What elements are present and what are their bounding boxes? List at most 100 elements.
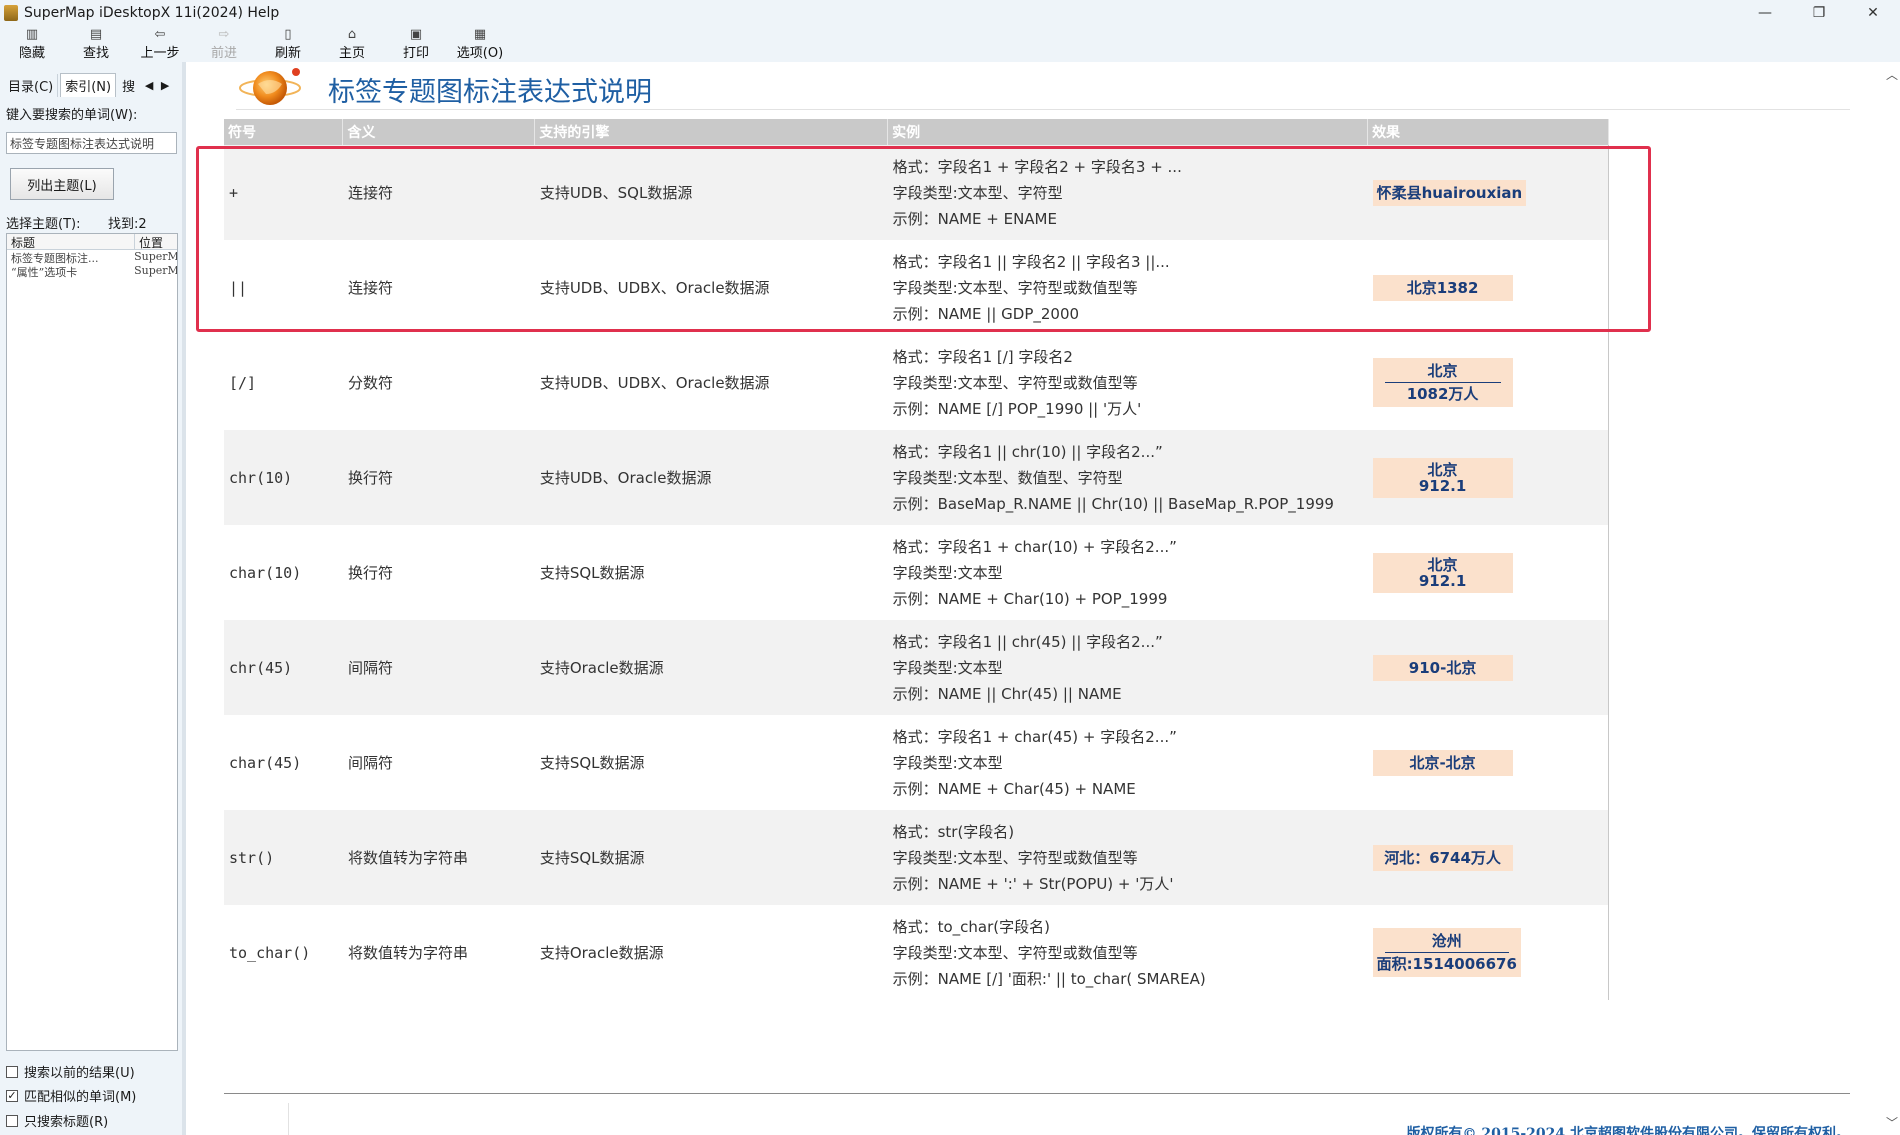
toolbar: ▥ 隐藏 ▤ 查找 ⇦ 上一步 ⇨ 前进 ▯ 刷新 ⌂ 主页 ▣ 打印 ▦ 选项(O) <box>0 26 1900 62</box>
header-engine: 支持的引擎 <box>534 119 889 145</box>
example-format: 格式：to_char(字段名) <box>892 917 1050 936</box>
tab-index[interactable]: 索引(N) <box>60 73 117 97</box>
example-cell: 格式：字段名1 || chr(45) || 字段名2...” 字段类型:文本型 示例… <box>887 620 1368 715</box>
symbol-cell: to_char() <box>229 943 311 962</box>
scroll-down-icon[interactable]: ﹀ <box>1886 1114 1898 1131</box>
example-cell: 格式：字段名1 + char(10) + 字段名2...” 字段类型:文本型 示例：… <box>888 525 1368 620</box>
titles-only-checkbox[interactable]: 只搜索标题(R) <box>6 1111 108 1130</box>
meaning-cell: 间隔符 <box>347 754 393 772</box>
example-field-type: 字段类型:文本型、数值型、字符型 <box>892 468 1123 487</box>
refresh-label: 刷新 <box>274 45 301 61</box>
table-row: to_char() 将数值转为字符串 支持Oracle数据源 格式：to_cha… <box>224 905 1609 1000</box>
search-previous-checkbox[interactable]: 搜索以前的结果(U) <box>6 1062 135 1081</box>
home-button[interactable]: ⌂ 主页 <box>320 26 384 62</box>
engine-cell: 支持UDB、UDBX、Oracle数据源 <box>539 374 770 392</box>
find-button[interactable]: ▤ 查找 <box>64 26 128 62</box>
tab-scroll-left-icon[interactable]: ◀ <box>141 79 157 92</box>
example-field-type: 字段类型:文本型 <box>892 658 1003 677</box>
restore-button[interactable]: ❐ <box>1792 0 1846 26</box>
example-cell: 格式：字段名1 || chr(10) || 字段名2...” 字段类型:文本型、数… <box>887 430 1368 525</box>
tab-scroll-right-icon[interactable]: ▶ <box>157 79 173 92</box>
effect-badge: 北京 912.1 <box>1372 552 1513 593</box>
checkbox-label: 搜索以前的结果(U) <box>24 1066 135 1081</box>
example-sample: 示例：NAME + Char(45) + NAME <box>892 779 1136 798</box>
scroll-up-icon[interactable]: ︿ <box>1886 66 1898 83</box>
meaning-cell: 将数值转为字符串 <box>347 944 468 962</box>
effect-numerator: 北京 <box>1384 362 1501 383</box>
example-cell: 格式：to_char(字段名) 字段类型:文本型、字符型或数值型等 示例：NAME … <box>888 905 1368 1000</box>
result-location: SuperM <box>134 264 177 277</box>
example-sample: 示例：NAME [/] '面积:' || to_char( SMAREA) <box>892 969 1206 988</box>
forward-arrow-icon: ⇨ <box>218 26 230 42</box>
table-row: [/] 分数符 支持UDB、UDBX、Oracle数据源 格式：字段名1 [/]… <box>224 335 1609 430</box>
refresh-button[interactable]: ▯ 刷新 <box>256 26 320 62</box>
found-count: 找到:2 <box>108 217 147 232</box>
engine-cell: 支持SQL数据源 <box>534 810 888 905</box>
header-meaning: 含义 <box>342 119 536 145</box>
example-format: 格式：字段名1 [/] 字段名2 <box>892 347 1073 366</box>
page-title: 标签专题图标注表达式说明 <box>328 77 652 108</box>
globe-logo-icon <box>239 68 301 105</box>
navigation-pane: 目录(C) 索引(N) 搜 ◀ ▶ 键入要搜索的单词(W): 标签专题图标注表达… <box>0 62 182 1135</box>
symbol-cell: char(10) <box>229 563 302 582</box>
effect-badge: 沧州 面积:1514006676 <box>1372 928 1521 977</box>
example-sample: 示例：NAME || Chr(45) || NAME <box>892 684 1122 703</box>
col-location-header[interactable]: 位置 <box>135 234 163 250</box>
effect-line-1: 北京 <box>1427 460 1458 479</box>
tab-contents[interactable]: 目录(C) <box>4 73 59 97</box>
hide-button[interactable]: ▥ 隐藏 <box>0 26 64 62</box>
checkbox-label: 只搜索标题(R) <box>24 1115 109 1130</box>
vertical-scrollbar[interactable]: ︿ ﹀ <box>1884 62 1900 1135</box>
forward-button[interactable]: ⇨ 前进 <box>192 26 256 62</box>
list-topics-button[interactable]: 列出主题(L) <box>10 168 114 200</box>
close-button[interactable]: ✕ <box>1846 0 1900 26</box>
effect-cell: 北京 912.1 <box>1367 430 1609 525</box>
effect-cell: 北京 1082万人 <box>1368 335 1609 430</box>
example-format: 格式：字段名1 || chr(10) || 字段名2...” <box>892 442 1163 461</box>
search-input[interactable]: 标签专题图标注表达式说明 <box>6 132 177 154</box>
results-header: 标题 位置 <box>7 234 177 250</box>
list-item[interactable]: 标签专题图标注... SuperM <box>7 250 177 264</box>
header-symbol: 符号 <box>224 119 344 145</box>
col-title-header[interactable]: 标题 <box>7 234 135 250</box>
hide-label: 隐藏 <box>18 45 45 61</box>
example-field-type: 字段类型:文本型、字符型或数值型等 <box>892 373 1138 392</box>
header-example: 实例 <box>887 119 1369 145</box>
table-row: str() 将数值转为字符串 支持SQL数据源 格式：str(字段名) 字段类型:… <box>224 810 1609 905</box>
tab-search[interactable]: 搜 <box>118 74 139 97</box>
checkbox-box <box>6 1114 18 1127</box>
help-window: SuperMap iDesktopX 11i(2024) Help — ❐ ✕ … <box>0 0 1900 1135</box>
effect-cell: 北京 912.1 <box>1368 525 1609 620</box>
effect-badge: 北京 1082万人 <box>1372 358 1513 407</box>
effect-badge: 910-北京 <box>1372 654 1513 681</box>
print-label: 打印 <box>402 45 429 61</box>
engine-cell: 支持SQL数据源 <box>539 564 645 582</box>
checkbox-label: 匹配相似的单词(M) <box>24 1090 137 1105</box>
example-format: 格式：字段名1 + char(10) + 字段名2...” <box>892 537 1177 556</box>
result-title: 标签专题图标注... <box>11 252 99 264</box>
symbol-cell: char(45) <box>229 753 302 772</box>
symbol-cell: chr(10) <box>224 430 343 525</box>
back-arrow-icon: ⇦ <box>154 26 166 42</box>
forward-label: 前进 <box>210 45 237 61</box>
engine-cell: 支持Oracle数据源 <box>534 620 888 715</box>
print-button[interactable]: ▣ 打印 <box>384 26 448 62</box>
example-cell: 格式：str(字段名) 字段类型:文本型、字符型或数值型等 示例：NAME + ':… <box>887 810 1368 905</box>
options-button[interactable]: ▦ 选项(O) <box>448 26 512 62</box>
options-icon: ▦ <box>473 26 487 42</box>
copyright-text: 版权所有© 2015-2024 北京超图软件股份有限公司。保留所有权利。 <box>1406 1126 1851 1135</box>
list-item[interactable]: “属性”选项卡 SuperM <box>7 264 177 278</box>
result-location: SuperM <box>134 250 177 263</box>
table-row: chr(10) 换行符 支持UDB、Oracle数据源 格式：字段名1 || c… <box>224 430 1609 525</box>
table-row: char(45) 间隔符 支持SQL数据源 格式：字段名1 + char(45)… <box>224 715 1609 810</box>
engine-cell: 支持SQL数据源 <box>539 754 645 772</box>
home-icon: ⌂ <box>347 26 357 42</box>
minimize-button[interactable]: — <box>1738 0 1792 26</box>
symbol-cell: str() <box>224 810 343 905</box>
meaning-cell: 换行符 <box>347 564 393 582</box>
results-list: 标题 位置 标签专题图标注... SuperM “属性”选项卡 SuperM <box>6 233 178 1051</box>
app-icon <box>4 5 18 21</box>
back-button[interactable]: ⇦ 上一步 <box>128 26 192 62</box>
match-similar-checkbox[interactable]: ✓ 匹配相似的单词(M) <box>6 1086 136 1105</box>
effect-numerator: 沧州 <box>1384 932 1509 953</box>
